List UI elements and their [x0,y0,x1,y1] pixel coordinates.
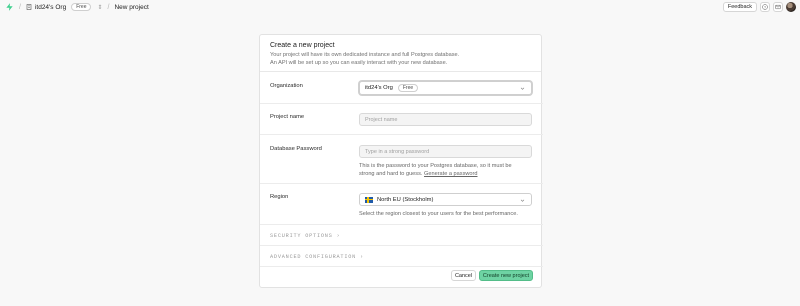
password-help-text: strong and hard to guess. [359,171,423,177]
organization-label: Organization [270,83,303,89]
project-name-row: Project name Project name [260,104,543,135]
database-password-label: Database Password [270,146,322,152]
building-icon [26,4,32,10]
database-password-row: Database Password Type in a strong passw… [260,135,543,184]
help-icon[interactable]: ? [760,2,770,12]
svg-text:?: ? [764,5,766,9]
database-password-help: This is the password to your Postgres da… [359,162,532,178]
region-label: Region [270,194,289,200]
panel-description-line-2: An API will be set up so you can easily … [270,60,448,66]
organization-select-value: itd24's Org [365,85,393,91]
region-select-value: North EU (Stockholm) [377,196,434,203]
create-project-panel: Create a new project Your project will h… [259,34,543,288]
plan-badge: Free [71,3,92,11]
org-name: itd24's Org [34,3,67,11]
chevron-down-icon [520,86,525,91]
project-name-input[interactable]: Project name [359,113,532,126]
region-row: Region North EU (Stockholm) Select the r… [260,184,543,225]
chevron-updown-icon: ⇕ [97,4,103,11]
advanced-configuration-toggle[interactable]: ADVANCED CONFIGURATION › [270,254,364,260]
top-right-tools: Feedback ? [722,0,796,14]
inbox-icon[interactable] [773,2,783,12]
top-nav: / itd24's Org Free ⇕ / New project Feedb… [0,0,800,14]
user-avatar[interactable] [786,2,796,12]
generate-password-link[interactable]: Generate a password [424,171,477,177]
panel-footer: Cancel Create new project [260,265,543,287]
security-options-toggle[interactable]: SECURITY OPTIONS › [270,233,340,239]
project-name-label: Project name [270,114,305,120]
organization-plan-badge: Free [397,84,419,92]
sweden-flag-icon [365,196,373,203]
breadcrumb-separator: / [19,3,21,11]
feedback-button[interactable]: Feedback [722,2,757,12]
advanced-configuration-row[interactable]: ADVANCED CONFIGURATION › [260,246,543,267]
panel-description-line-1: Your project will have its own dedicated… [270,52,460,58]
create-project-button[interactable]: Create new project [479,270,533,281]
panel-header: Create a new project Your project will h… [260,35,541,72]
panel-title: Create a new project [270,42,335,49]
password-help-line-1: This is the password to your Postgres da… [359,163,512,169]
breadcrumb-current: New project [114,3,149,11]
supabase-logo-icon[interactable] [4,2,14,12]
region-help: Select the region closest to your users … [359,211,518,217]
region-select[interactable]: North EU (Stockholm) [359,193,532,206]
organization-row: Organization itd24's Org Free [260,72,543,104]
chevron-down-icon [520,198,525,203]
breadcrumb-separator: / [107,3,110,11]
security-options-row[interactable]: SECURITY OPTIONS › [260,225,543,246]
organization-select[interactable]: itd24's Org Free [359,81,532,95]
cancel-button[interactable]: Cancel [451,270,476,281]
org-switcher[interactable]: itd24's Org Free ⇕ [26,3,103,11]
database-password-input[interactable]: Type in a strong password [359,145,532,158]
password-help-line-2: strong and hard to guess. Generate a pas… [359,170,532,178]
